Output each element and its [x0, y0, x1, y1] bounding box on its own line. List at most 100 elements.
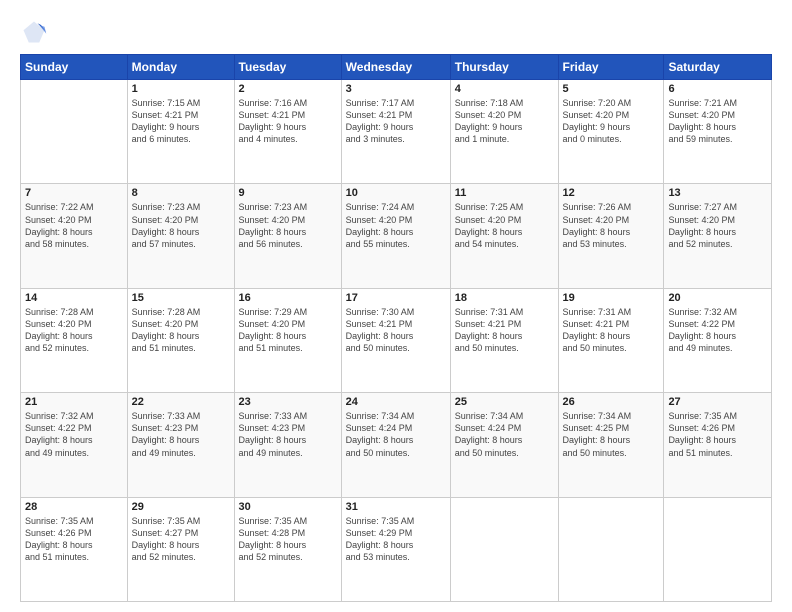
day-info: Sunrise: 7:33 AM Sunset: 4:23 PM Dayligh…	[239, 410, 337, 459]
day-number: 29	[132, 501, 230, 513]
day-number: 18	[455, 292, 554, 304]
day-info: Sunrise: 7:18 AM Sunset: 4:20 PM Dayligh…	[455, 97, 554, 146]
day-number: 27	[668, 396, 767, 408]
day-number: 10	[346, 187, 446, 199]
logo	[20, 18, 52, 46]
day-number: 7	[25, 187, 123, 199]
day-cell: 15 Sunrise: 7:28 AM Sunset: 4:20 PM Dayli…	[127, 288, 234, 392]
day-number: 1	[132, 83, 230, 95]
day-cell: 9 Sunrise: 7:23 AM Sunset: 4:20 PM Daylig…	[234, 184, 341, 288]
day-number: 15	[132, 292, 230, 304]
day-info: Sunrise: 7:32 AM Sunset: 4:22 PM Dayligh…	[25, 410, 123, 459]
day-cell: 22 Sunrise: 7:33 AM Sunset: 4:23 PM Dayli…	[127, 393, 234, 497]
day-cell: 20Sunrise: 7:32 AM Sunset: 4:22 PM Dayli…	[664, 288, 772, 392]
header-saturday: Saturday	[664, 55, 772, 80]
header-friday: Friday	[558, 55, 664, 80]
day-cell: 28 Sunrise: 7:35 AM Sunset: 4:26 PM Dayli…	[21, 497, 128, 601]
day-info: Sunrise: 7:32 AM Sunset: 4:22 PM Dayligh…	[668, 306, 767, 355]
day-cell: 29 Sunrise: 7:35 AM Sunset: 4:27 PM Dayli…	[127, 497, 234, 601]
week-row-1: 1 Sunrise: 7:15 AM Sunset: 4:21 PM Daylig…	[21, 80, 772, 184]
day-cell: 14 Sunrise: 7:28 AM Sunset: 4:20 PM Dayli…	[21, 288, 128, 392]
header	[20, 18, 772, 46]
day-cell	[450, 497, 558, 601]
day-number: 11	[455, 187, 554, 199]
day-number: 21	[25, 396, 123, 408]
day-info: Sunrise: 7:34 AM Sunset: 4:24 PM Dayligh…	[455, 410, 554, 459]
day-info: Sunrise: 7:34 AM Sunset: 4:25 PM Dayligh…	[563, 410, 660, 459]
day-info: Sunrise: 7:35 AM Sunset: 4:26 PM Dayligh…	[25, 515, 123, 564]
day-cell: 11 Sunrise: 7:25 AM Sunset: 4:20 PM Dayli…	[450, 184, 558, 288]
day-cell: 31Sunrise: 7:35 AM Sunset: 4:29 PM Dayli…	[341, 497, 450, 601]
day-info: Sunrise: 7:35 AM Sunset: 4:27 PM Dayligh…	[132, 515, 230, 564]
day-number: 25	[455, 396, 554, 408]
week-row-4: 21 Sunrise: 7:32 AM Sunset: 4:22 PM Dayli…	[21, 393, 772, 497]
day-cell: 13Sunrise: 7:27 AM Sunset: 4:20 PM Dayli…	[664, 184, 772, 288]
day-info: Sunrise: 7:25 AM Sunset: 4:20 PM Dayligh…	[455, 201, 554, 250]
day-cell: 18Sunrise: 7:31 AM Sunset: 4:21 PM Dayli…	[450, 288, 558, 392]
day-number: 26	[563, 396, 660, 408]
day-number: 9	[239, 187, 337, 199]
day-number: 6	[668, 83, 767, 95]
day-number: 2	[239, 83, 337, 95]
day-cell: 19Sunrise: 7:31 AM Sunset: 4:21 PM Dayli…	[558, 288, 664, 392]
day-info: Sunrise: 7:26 AM Sunset: 4:20 PM Dayligh…	[563, 201, 660, 250]
day-cell: 3 Sunrise: 7:17 AM Sunset: 4:21 PM Daylig…	[341, 80, 450, 184]
day-info: Sunrise: 7:35 AM Sunset: 4:26 PM Dayligh…	[668, 410, 767, 459]
day-cell	[664, 497, 772, 601]
calendar-table: SundayMondayTuesdayWednesdayThursdayFrid…	[20, 54, 772, 602]
day-cell: 10 Sunrise: 7:24 AM Sunset: 4:20 PM Dayli…	[341, 184, 450, 288]
day-info: Sunrise: 7:15 AM Sunset: 4:21 PM Dayligh…	[132, 97, 230, 146]
day-number: 22	[132, 396, 230, 408]
day-cell	[21, 80, 128, 184]
header-tuesday: Tuesday	[234, 55, 341, 80]
logo-icon	[20, 18, 48, 46]
day-number: 3	[346, 83, 446, 95]
day-info: Sunrise: 7:35 AM Sunset: 4:29 PM Dayligh…	[346, 515, 446, 564]
day-number: 4	[455, 83, 554, 95]
day-cell: 17Sunrise: 7:30 AM Sunset: 4:21 PM Dayli…	[341, 288, 450, 392]
header-sunday: Sunday	[21, 55, 128, 80]
day-info: Sunrise: 7:22 AM Sunset: 4:20 PM Dayligh…	[25, 201, 123, 250]
day-cell: 23Sunrise: 7:33 AM Sunset: 4:23 PM Dayli…	[234, 393, 341, 497]
day-number: 28	[25, 501, 123, 513]
header-monday: Monday	[127, 55, 234, 80]
day-info: Sunrise: 7:34 AM Sunset: 4:24 PM Dayligh…	[346, 410, 446, 459]
day-number: 14	[25, 292, 123, 304]
day-number: 17	[346, 292, 446, 304]
day-info: Sunrise: 7:21 AM Sunset: 4:20 PM Dayligh…	[668, 97, 767, 146]
day-info: Sunrise: 7:20 AM Sunset: 4:20 PM Dayligh…	[563, 97, 660, 146]
day-info: Sunrise: 7:23 AM Sunset: 4:20 PM Dayligh…	[132, 201, 230, 250]
day-cell: 7 Sunrise: 7:22 AM Sunset: 4:20 PM Daylig…	[21, 184, 128, 288]
day-cell: 1 Sunrise: 7:15 AM Sunset: 4:21 PM Daylig…	[127, 80, 234, 184]
day-info: Sunrise: 7:28 AM Sunset: 4:20 PM Dayligh…	[132, 306, 230, 355]
day-info: Sunrise: 7:33 AM Sunset: 4:23 PM Dayligh…	[132, 410, 230, 459]
day-cell: 27 Sunrise: 7:35 AM Sunset: 4:26 PM Dayli…	[664, 393, 772, 497]
day-number: 16	[239, 292, 337, 304]
day-info: Sunrise: 7:24 AM Sunset: 4:20 PM Dayligh…	[346, 201, 446, 250]
day-cell: 8 Sunrise: 7:23 AM Sunset: 4:20 PM Daylig…	[127, 184, 234, 288]
week-row-3: 14 Sunrise: 7:28 AM Sunset: 4:20 PM Dayli…	[21, 288, 772, 392]
day-info: Sunrise: 7:27 AM Sunset: 4:20 PM Dayligh…	[668, 201, 767, 250]
day-number: 30	[239, 501, 337, 513]
header-thursday: Thursday	[450, 55, 558, 80]
day-cell: 2 Sunrise: 7:16 AM Sunset: 4:21 PM Daylig…	[234, 80, 341, 184]
day-info: Sunrise: 7:31 AM Sunset: 4:21 PM Dayligh…	[563, 306, 660, 355]
day-number: 24	[346, 396, 446, 408]
day-info: Sunrise: 7:35 AM Sunset: 4:28 PM Dayligh…	[239, 515, 337, 564]
day-info: Sunrise: 7:16 AM Sunset: 4:21 PM Dayligh…	[239, 97, 337, 146]
day-number: 8	[132, 187, 230, 199]
day-info: Sunrise: 7:17 AM Sunset: 4:21 PM Dayligh…	[346, 97, 446, 146]
day-cell: 6 Sunrise: 7:21 AM Sunset: 4:20 PM Daylig…	[664, 80, 772, 184]
header-wednesday: Wednesday	[341, 55, 450, 80]
day-cell: 30 Sunrise: 7:35 AM Sunset: 4:28 PM Dayli…	[234, 497, 341, 601]
day-info: Sunrise: 7:29 AM Sunset: 4:20 PM Dayligh…	[239, 306, 337, 355]
day-cell: 4 Sunrise: 7:18 AM Sunset: 4:20 PM Daylig…	[450, 80, 558, 184]
day-info: Sunrise: 7:23 AM Sunset: 4:20 PM Dayligh…	[239, 201, 337, 250]
day-cell: 26 Sunrise: 7:34 AM Sunset: 4:25 PM Dayli…	[558, 393, 664, 497]
day-info: Sunrise: 7:28 AM Sunset: 4:20 PM Dayligh…	[25, 306, 123, 355]
day-cell	[558, 497, 664, 601]
day-cell: 24 Sunrise: 7:34 AM Sunset: 4:24 PM Dayli…	[341, 393, 450, 497]
week-row-2: 7 Sunrise: 7:22 AM Sunset: 4:20 PM Daylig…	[21, 184, 772, 288]
day-number: 12	[563, 187, 660, 199]
header-row: SundayMondayTuesdayWednesdayThursdayFrid…	[21, 55, 772, 80]
